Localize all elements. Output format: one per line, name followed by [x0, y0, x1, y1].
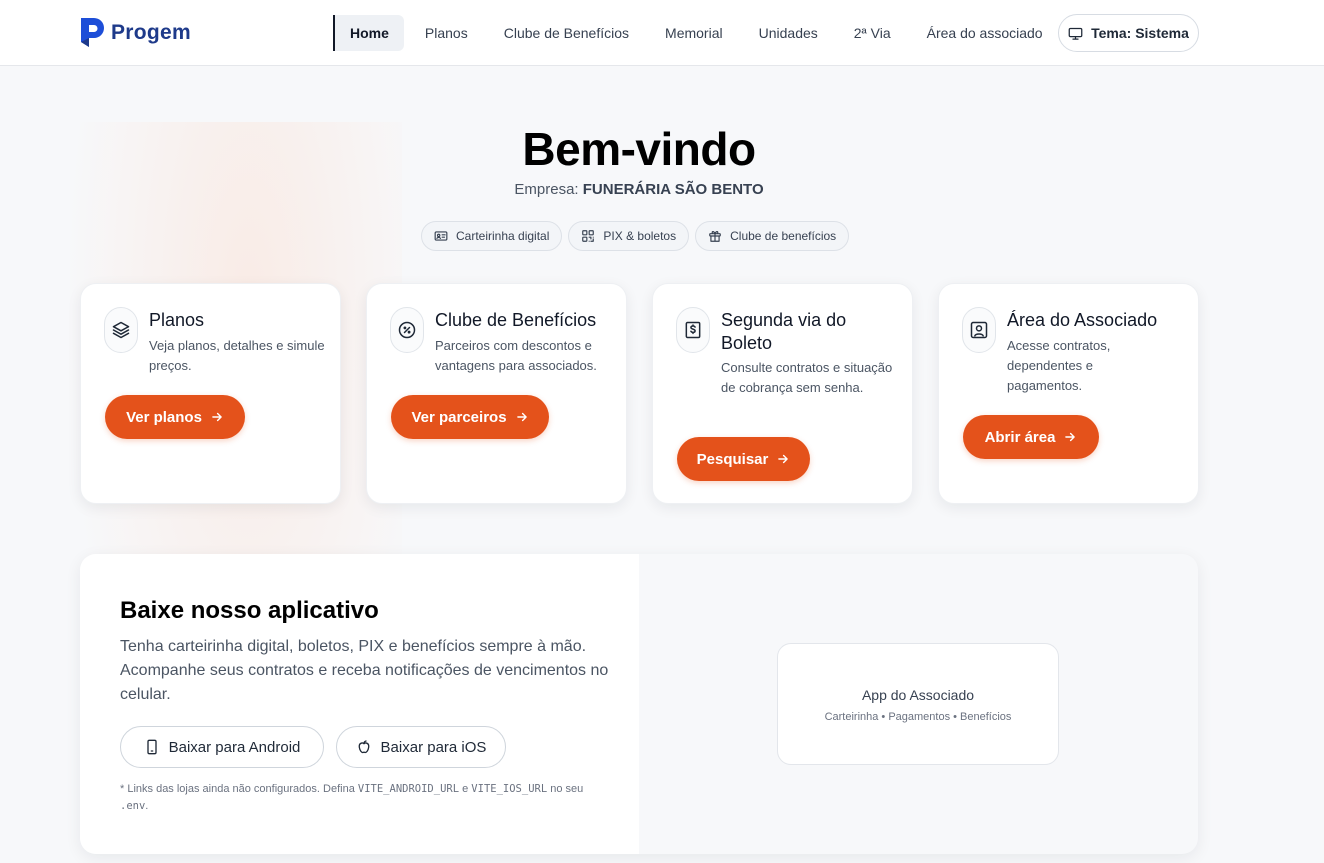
app-title: Baixe nosso aplicativo: [120, 597, 379, 624]
arrow-right-icon: [778, 454, 789, 464]
main-nav: Home Planos Clube de Benefícios Memorial…: [333, 15, 1064, 51]
card-description: Veja planos, detalhes e simule preços.: [149, 338, 325, 373]
note-code-android: VITE_ANDROID_URL: [357, 783, 460, 795]
preview-title: App do Associado: [861, 687, 975, 703]
card-icon-wrap: [104, 307, 138, 353]
nav-clube-beneficios[interactable]: Clube de Benefícios: [489, 15, 644, 51]
top-header: Progem Home Planos Clube de Benefícios M…: [0, 0, 1324, 66]
note-code-ios: VITE_IOS_URL: [471, 783, 548, 795]
note-text: .: [145, 800, 149, 812]
theme-label: Tema: Sistema: [1091, 25, 1189, 41]
card-icon-wrap: [676, 307, 710, 353]
card-title: Planos: [149, 310, 205, 330]
button-label: Ver parceiros: [411, 408, 507, 426]
chip-label: PIX & boletos: [603, 229, 677, 243]
chip-label: Carteirinha digital: [456, 229, 550, 243]
nav-unidades[interactable]: Unidades: [744, 15, 833, 51]
gift-icon: [709, 231, 721, 242]
nav-area-associado[interactable]: Área do associado: [912, 15, 1058, 51]
layers-icon: [112, 321, 130, 339]
card-planos: Planos Veja planos, detalhes e simule pr…: [80, 283, 341, 504]
store-links-note: * Links das lojas ainda não configurados…: [120, 781, 610, 815]
feature-chips: Carteirinha digital PIX & boletos Clube …: [421, 221, 850, 251]
qr-code-icon: [582, 230, 595, 242]
abrir-area-button[interactable]: Abrir área: [963, 415, 1099, 459]
apple-icon: [358, 740, 369, 754]
progem-logo-icon: [81, 18, 104, 47]
preview-subtitle: Carteirinha • Pagamentos • Benefícios: [824, 711, 1012, 723]
card-area-associado: Área do Associado Acesse contratos, depe…: [938, 283, 1199, 504]
nav-planos[interactable]: Planos: [410, 15, 483, 51]
card-icon-wrap: [962, 307, 996, 353]
brand-name: Progem: [111, 20, 191, 44]
app-preview-card: App do Associado Carteirinha • Pagamento…: [777, 643, 1059, 765]
chip-label: Clube de benefícios: [730, 229, 837, 243]
button-label: Pesquisar: [696, 450, 769, 468]
card-description: Parceiros com descontos e vantagens para…: [435, 338, 597, 373]
note-text: no seu: [550, 783, 584, 795]
app-description: Tenha carteirinha digital, boletos, PIX …: [120, 638, 609, 703]
ver-planos-button[interactable]: Ver planos: [105, 395, 245, 439]
card-title: Segunda via do Boleto: [721, 310, 847, 353]
smartphone-icon: [146, 739, 157, 755]
card-description: Acesse contratos, dependentes e pagament…: [1007, 338, 1111, 393]
chip-carteirinha: Carteirinha digital: [421, 221, 563, 251]
monitor-icon: [1068, 27, 1083, 40]
card-icon-wrap: [390, 307, 424, 353]
app-info: Baixe nosso aplicativo Tenha carteirinha…: [80, 554, 639, 854]
discount-badge-icon: [398, 321, 416, 339]
card-description: Consulte contratos e situação de cobranç…: [721, 360, 893, 395]
app-download-panel: Baixe nosso aplicativo Tenha carteirinha…: [80, 554, 1198, 854]
user-square-icon: [970, 321, 988, 339]
pesquisar-button[interactable]: Pesquisar: [677, 437, 810, 481]
ver-parceiros-button[interactable]: Ver parceiros: [391, 395, 549, 439]
nav-home[interactable]: Home: [333, 15, 404, 51]
card-title: Área do Associado: [1007, 310, 1158, 330]
button-label: Abrir área: [984, 428, 1056, 446]
page-title: Bem-vindo: [522, 123, 756, 175]
button-label: Baixar para Android: [168, 738, 301, 756]
chip-pix-boletos: PIX & boletos: [568, 221, 690, 251]
nav-memorial[interactable]: Memorial: [650, 15, 738, 51]
theme-toggle-button[interactable]: Tema: Sistema: [1058, 14, 1199, 52]
brand-logo[interactable]: Progem: [80, 16, 191, 49]
card-clube-beneficios: Clube de Benefícios Parceiros com descon…: [366, 283, 627, 504]
note-text: * Links das lojas ainda não configurados…: [120, 783, 355, 795]
company-prefix: Empresa:: [514, 181, 579, 198]
card-title: Clube de Benefícios: [435, 310, 597, 330]
company-line: Empresa: FUNERÁRIA SÃO BENTO: [0, 181, 1278, 198]
arrow-right-icon: [212, 412, 222, 422]
android-download-button[interactable]: Baixar para Android: [120, 726, 324, 768]
ios-download-button[interactable]: Baixar para iOS: [336, 726, 506, 768]
company-name: FUNERÁRIA SÃO BENTO: [582, 181, 764, 198]
arrow-right-icon: [1065, 432, 1076, 442]
chip-clube: Clube de benefícios: [695, 221, 850, 251]
button-label: Ver planos: [126, 408, 202, 426]
receipt-icon: [685, 321, 701, 339]
note-code-env: .env: [120, 800, 146, 812]
card-segunda-via: Segunda via do Boleto Consulte contratos…: [652, 283, 913, 504]
note-text: e: [462, 783, 469, 795]
id-card-icon: [434, 231, 448, 241]
button-label: Baixar para iOS: [380, 738, 487, 756]
nav-segunda-via[interactable]: 2ª Via: [839, 15, 906, 51]
arrow-right-icon: [516, 412, 527, 422]
